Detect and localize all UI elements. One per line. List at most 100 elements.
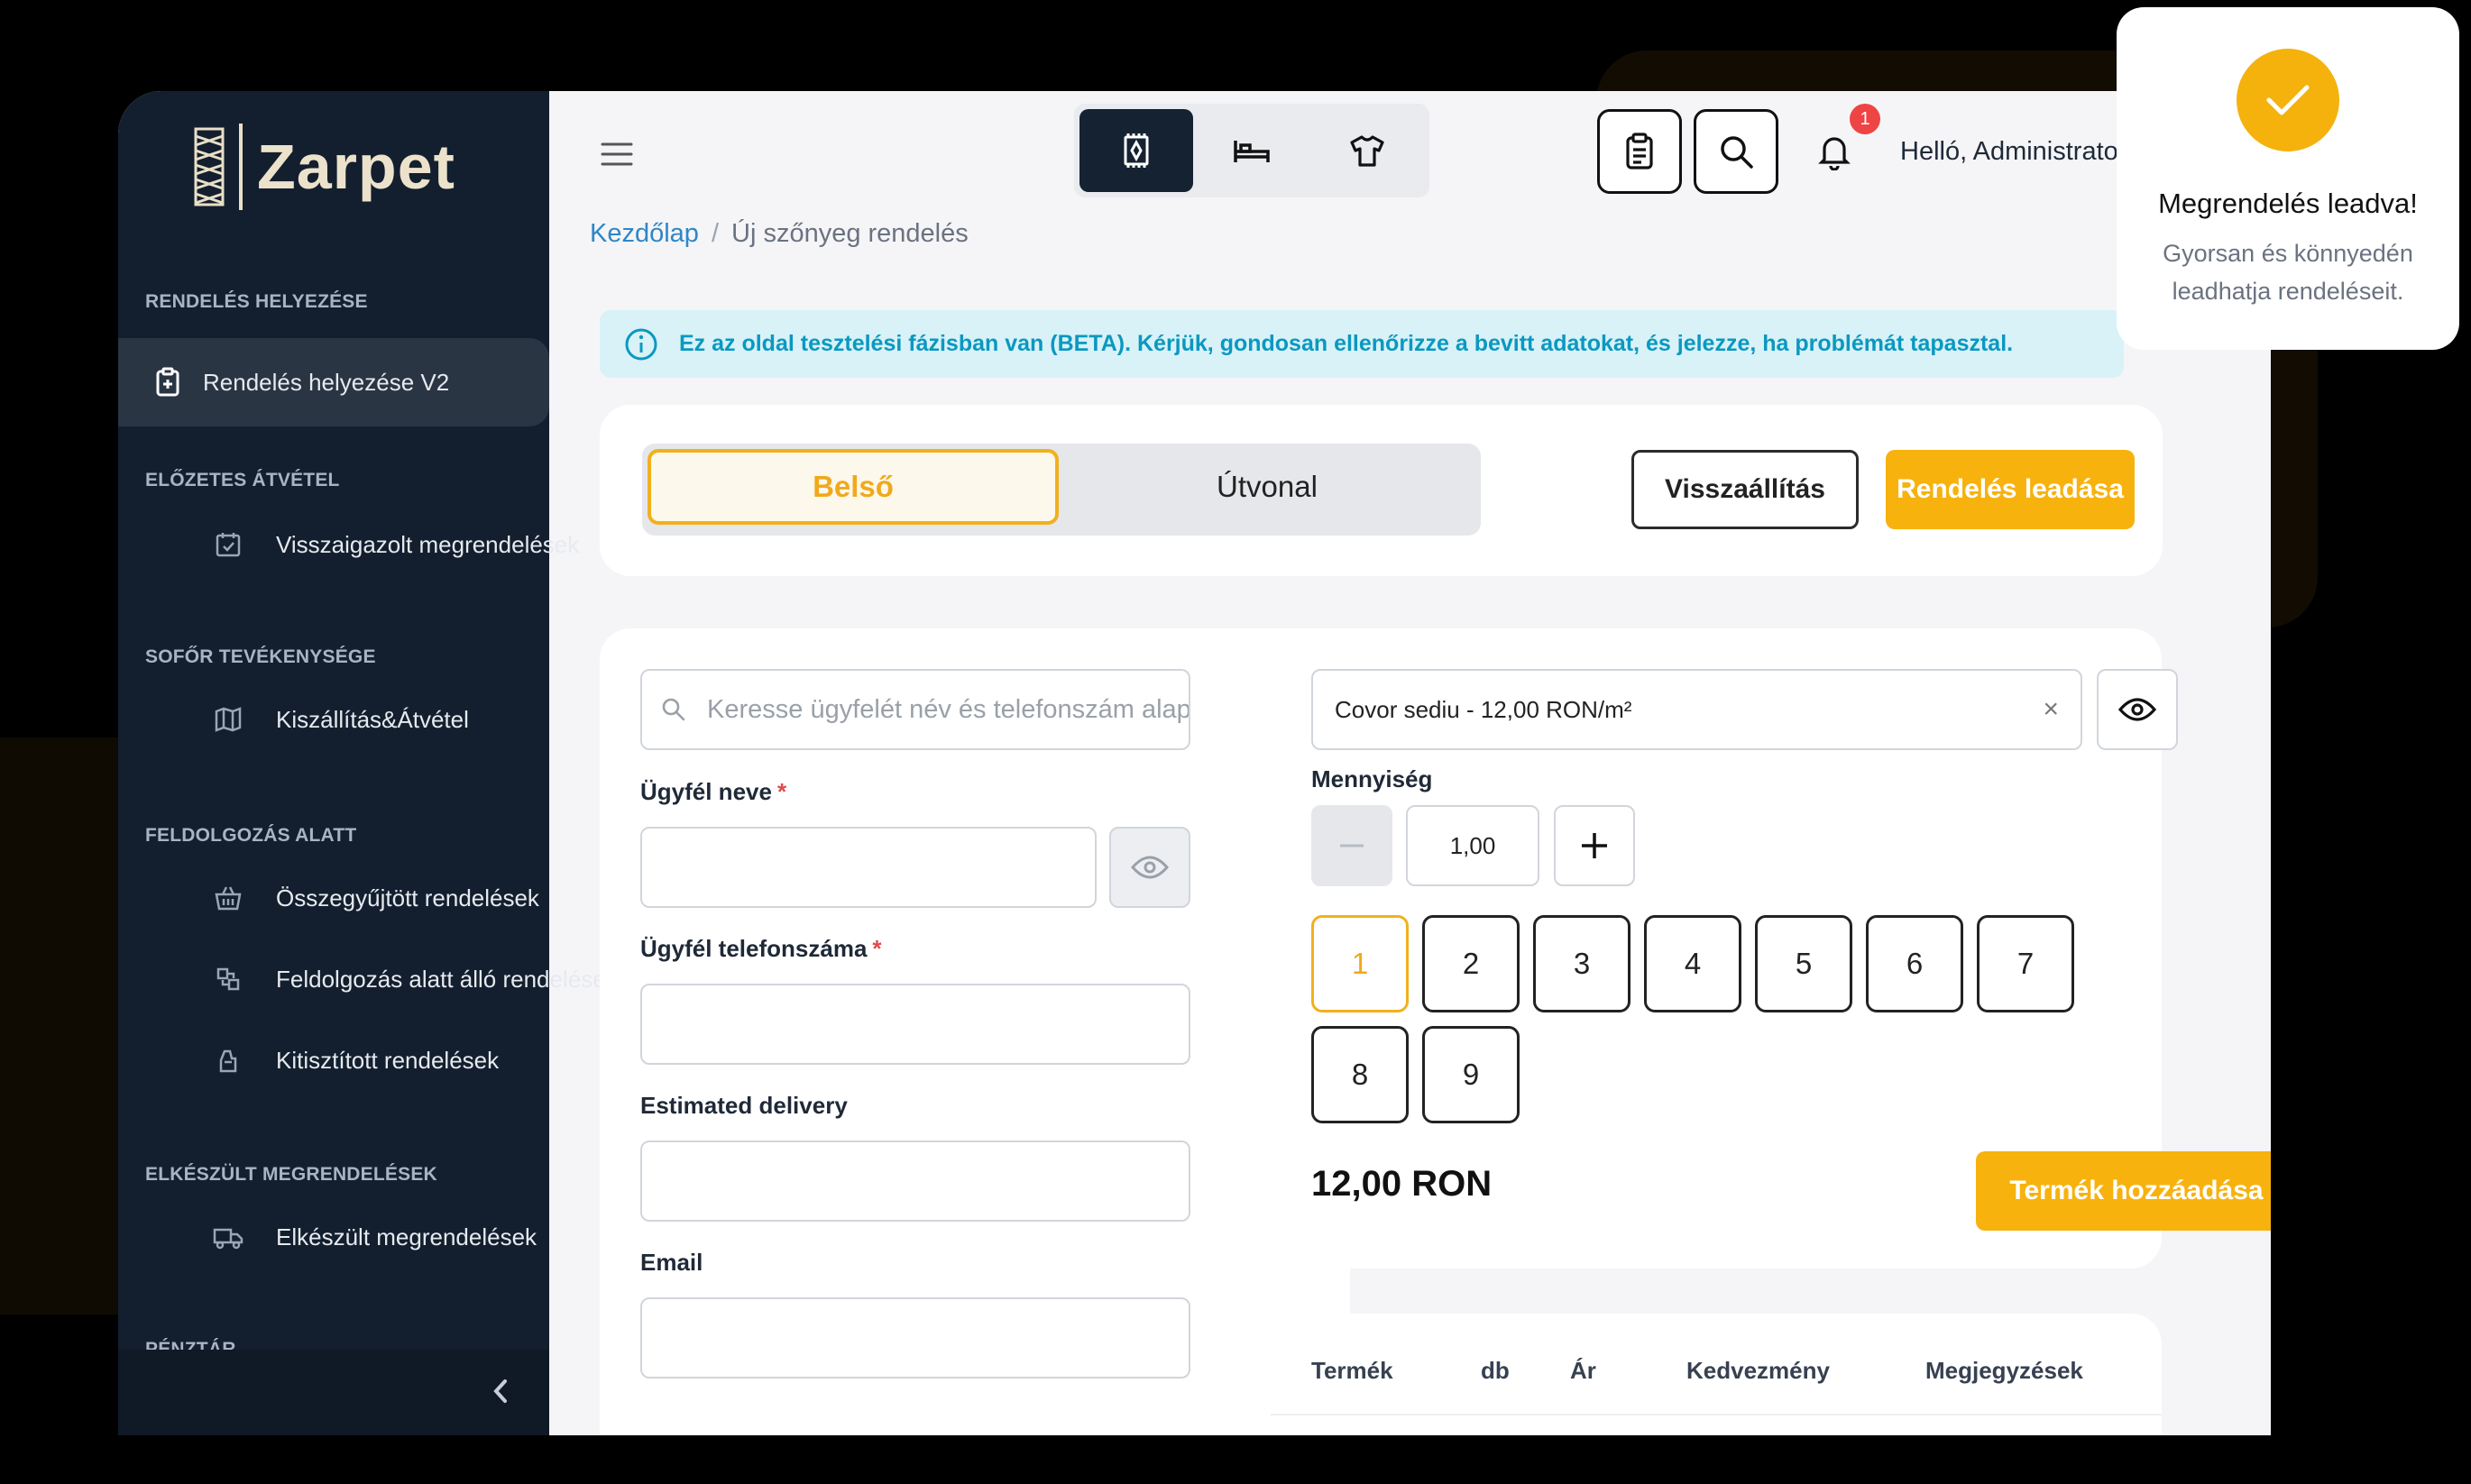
notifications-button[interactable] bbox=[1810, 127, 1859, 176]
eye-icon bbox=[1131, 856, 1169, 879]
submit-order-button[interactable]: Rendelés leadása bbox=[1886, 450, 2135, 529]
delivery-field[interactable] bbox=[640, 1140, 1190, 1222]
quantity-increment-button[interactable] bbox=[1554, 805, 1635, 886]
truck-icon bbox=[213, 1222, 243, 1252]
process-icon bbox=[213, 964, 243, 994]
category-shirt-button[interactable] bbox=[1310, 109, 1424, 192]
total-price: 12,00 RON bbox=[1311, 1164, 1493, 1204]
column-header: Megjegyzések bbox=[1925, 1357, 2083, 1384]
clipboard-plus-icon bbox=[152, 367, 183, 398]
column-header: Termék bbox=[1311, 1357, 1393, 1384]
collapse-sidebar-button[interactable] bbox=[482, 1373, 519, 1409]
sidebar-item-kitisztitott[interactable]: Kitisztított rendelések bbox=[213, 1045, 499, 1076]
minus-icon bbox=[1340, 844, 1364, 847]
section-title-elozetes: ELŐZETES ÁTVÉTEL bbox=[145, 470, 340, 490]
sidebar-item-feldolgozas-alatt[interactable]: Feldolgozás alatt álló rendelések bbox=[213, 964, 618, 994]
sidebar-item-label: Összegyűjtött rendelések bbox=[276, 884, 539, 911]
breadcrumb-separator: / bbox=[711, 219, 719, 248]
section-title-feldolgozas: FELDOLGOZÁS ALATT bbox=[145, 825, 357, 846]
quantity-pick-4[interactable]: 4 bbox=[1644, 915, 1741, 1012]
basket-icon bbox=[213, 883, 243, 913]
sidebar: Zarpet RENDELÉS HELYEZÉSE Rendelés helye… bbox=[118, 91, 618, 1435]
beta-alert: Ez az oldal tesztelési fázisban van (BET… bbox=[600, 310, 2124, 378]
quantity-pick-9[interactable]: 9 bbox=[1422, 1026, 1520, 1123]
clear-product-button[interactable]: × bbox=[2043, 694, 2059, 725]
customer-name-field[interactable] bbox=[640, 827, 1097, 908]
email-field[interactable] bbox=[640, 1297, 1190, 1379]
app-window: Zarpet RENDELÉS HELYEZÉSE Rendelés helye… bbox=[118, 91, 2271, 1435]
category-bed-button[interactable] bbox=[1195, 109, 1309, 192]
search-placeholder: Keresse ügyfelét név és telefonszám alap… bbox=[707, 694, 1190, 724]
section-title-sofor: SOFŐR TEVÉKENYSÉGE bbox=[145, 646, 376, 667]
tab-belso[interactable]: Belső bbox=[648, 449, 1059, 525]
logo-divider bbox=[239, 124, 243, 210]
shirt-icon bbox=[1350, 135, 1384, 167]
customer-details-toggle[interactable] bbox=[1109, 827, 1190, 908]
sidebar-item-label: Feldolgozás alatt álló rendelések bbox=[276, 965, 618, 993]
breadcrumb: Kezdőlap / Új szőnyeg rendelés bbox=[590, 219, 969, 249]
section-title-elkeszult: ELKÉSZÜLT MEGRENDELÉSEK bbox=[145, 1164, 437, 1185]
category-rug-button[interactable] bbox=[1079, 109, 1193, 192]
order-items-table: Termék db Ár Kedvezmény Megjegyzések bbox=[1271, 1314, 2162, 1435]
info-icon bbox=[625, 328, 657, 360]
sidebar-item-label: Kitisztított rendelések bbox=[276, 1046, 500, 1074]
breadcrumb-home-link[interactable]: Kezdőlap bbox=[590, 219, 699, 248]
quantity-pick-6[interactable]: 6 bbox=[1866, 915, 1963, 1012]
product-select[interactable]: Covor sediu - 12,00 RON/m² × bbox=[1311, 669, 2082, 750]
tab-utvonal[interactable]: Útvonal bbox=[1061, 449, 1473, 525]
sidebar-item-label: Elkészült megrendelések bbox=[276, 1223, 537, 1250]
sidebar-footer bbox=[118, 1350, 549, 1435]
sidebar-item-rendeles-v2[interactable]: Rendelés helyezése V2 bbox=[118, 338, 549, 426]
sidebar-item-osszegyujtott[interactable]: Összegyűjtött rendelések bbox=[213, 883, 539, 913]
quantity-input[interactable]: 1,00 bbox=[1406, 805, 1539, 886]
customer-name-label: Ügyfél neve * bbox=[640, 778, 787, 805]
quantity-label: Mennyiség bbox=[1311, 765, 1433, 792]
map-icon bbox=[213, 704, 243, 735]
sidebar-item-label: Kiszállítás&Átvétel bbox=[276, 705, 469, 733]
user-greeting[interactable]: Helló, Administrator bbox=[1900, 137, 2127, 167]
hamburger-icon bbox=[601, 142, 633, 166]
search-icon bbox=[662, 698, 685, 721]
bell-icon bbox=[1818, 137, 1851, 170]
quantity-pick-2[interactable]: 2 bbox=[1422, 915, 1520, 1012]
sidebar-item-elkeszult[interactable]: Elkészült megrendelések bbox=[213, 1222, 537, 1252]
product-card: Covor sediu - 12,00 RON/m² × Mennyiség 1… bbox=[1271, 628, 2271, 1269]
add-product-button[interactable]: Termék hozzáadása bbox=[1976, 1151, 2271, 1231]
product-preview-button[interactable] bbox=[2097, 669, 2178, 750]
menu-button[interactable] bbox=[599, 136, 635, 172]
brand-name: Zarpet bbox=[257, 132, 455, 202]
clipboard-icon bbox=[1626, 133, 1653, 169]
quantity-pick-8[interactable]: 8 bbox=[1311, 1026, 1409, 1123]
alert-text: Ez az oldal tesztelési fázisban van (BET… bbox=[679, 331, 2014, 356]
reset-button[interactable]: Visszaállítás bbox=[1631, 450, 1859, 529]
customer-search-input[interactable]: Keresse ügyfelét név és telefonszám alap… bbox=[640, 669, 1190, 750]
toast-title: Megrendelés leadva! bbox=[2158, 188, 2418, 219]
section-title-rendeles: RENDELÉS HELYEZÉSE bbox=[145, 291, 368, 312]
quantity-decrement-button[interactable] bbox=[1311, 805, 1392, 886]
brand-logo[interactable]: Zarpet bbox=[192, 124, 455, 210]
eye-icon bbox=[2117, 698, 2157, 721]
column-header: Ár bbox=[1570, 1357, 1596, 1384]
category-switcher bbox=[1074, 104, 1429, 197]
calendar-check-icon bbox=[213, 529, 243, 560]
sidebar-item-visszaigazolt[interactable]: Visszaigazolt megrendelések bbox=[213, 529, 579, 560]
chevron-left-icon bbox=[493, 1379, 507, 1403]
quantity-pick-7[interactable]: 7 bbox=[1977, 915, 2074, 1012]
breadcrumb-current: Új szőnyeg rendelés bbox=[731, 219, 969, 248]
customer-phone-label: Ügyfél telefonszáma * bbox=[640, 935, 882, 962]
sidebar-item-label: Visszaigazolt megrendelések bbox=[276, 530, 580, 558]
table-divider bbox=[1271, 1414, 2162, 1415]
success-toast: Megrendelés leadva! Gyorsan és könnyedén… bbox=[2117, 7, 2459, 350]
rug-icon bbox=[1124, 133, 1149, 168]
plus-icon bbox=[1582, 833, 1607, 858]
sidebar-item-kiszallitas[interactable]: Kiszállítás&Átvétel bbox=[213, 704, 469, 735]
quantity-pick-5[interactable]: 5 bbox=[1755, 915, 1852, 1012]
search-button[interactable] bbox=[1694, 109, 1778, 194]
notification-badge: 1 bbox=[1850, 104, 1880, 134]
quantity-pick-1[interactable]: 1 bbox=[1311, 915, 1409, 1012]
washing-icon bbox=[213, 1045, 243, 1076]
column-header: db bbox=[1481, 1357, 1510, 1384]
customer-phone-field[interactable] bbox=[640, 984, 1190, 1065]
orders-clipboard-button[interactable] bbox=[1597, 109, 1682, 194]
quantity-pick-3[interactable]: 3 bbox=[1533, 915, 1630, 1012]
